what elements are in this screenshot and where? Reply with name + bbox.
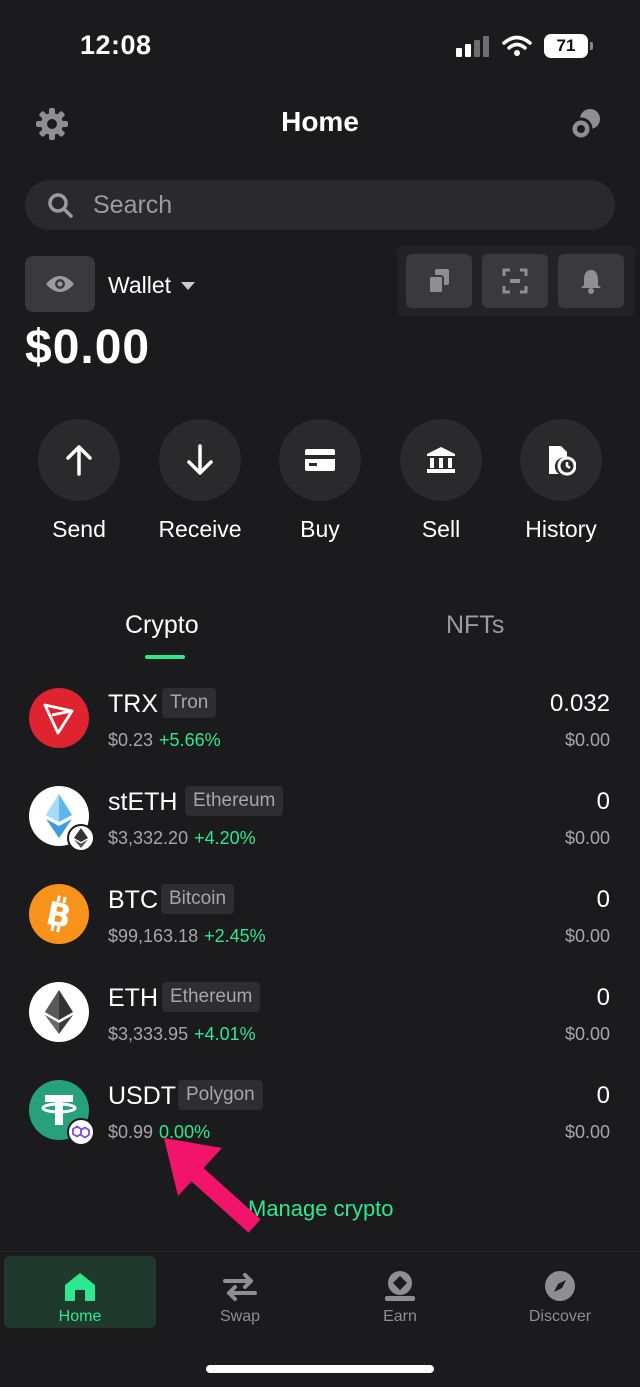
nav-label: Discover [528, 1308, 592, 1325]
asset-symbol: ETH [108, 984, 158, 1012]
sell-label: Sell [421, 516, 461, 542]
asset-value: $0.00 [564, 828, 610, 848]
nav-earn[interactable]: Earn [324, 1256, 476, 1328]
asset-row-usdt[interactable]: USDT Polygon $0.99 0.00% 0 $0.00 [0, 1080, 640, 1170]
asset-row-steth[interactable]: stETH Ethereum $3,332.20 +4.20% 0 $0.00 [0, 786, 640, 876]
card-icon [305, 449, 335, 471]
wifi-icon [502, 35, 532, 56]
network-badge: Ethereum [185, 786, 284, 816]
compass-icon [545, 1271, 575, 1301]
bank-icon [427, 447, 455, 473]
asset-row-eth[interactable]: ETH Ethereum $3,333.95 +4.01% 0 $0.00 [0, 982, 640, 1072]
history-label: History [525, 516, 597, 542]
wallet-name: Wallet [108, 272, 172, 298]
scan-icon [502, 268, 528, 294]
network-badge: Ethereum [162, 982, 261, 1012]
bitcoin-logo-icon: B [29, 884, 89, 944]
swap-icon [223, 1273, 257, 1301]
buy-button[interactable]: Buy [279, 419, 361, 542]
asset-price: $0.23 +5.66% [108, 730, 221, 750]
bell-icon [581, 270, 601, 294]
asset-symbol: USDT [108, 1082, 177, 1110]
network-badge: Tron [162, 688, 217, 718]
nav-home[interactable]: Home [4, 1256, 156, 1328]
price-change: +4.01% [194, 1024, 256, 1044]
active-tab-indicator [145, 655, 185, 659]
asset-price: $99,163.18 +2.45% [108, 926, 266, 946]
network-badge: Polygon [178, 1080, 263, 1110]
asset-amount: 0 [596, 984, 610, 1011]
coins-button[interactable] [568, 106, 604, 142]
wallet-selector[interactable]: Wallet [108, 272, 196, 299]
cellular-signal-icon [456, 36, 489, 57]
quick-tools [397, 246, 635, 316]
status-time: 12:08 [80, 30, 152, 60]
battery-indicator: 71 [544, 34, 593, 58]
status-icons: 71 [456, 34, 593, 58]
asset-row-btc[interactable]: B BTC Bitcoin $99,163.18 +2.45% 0 $0.00 [0, 884, 640, 974]
arrow-down-icon [187, 444, 213, 475]
history-button[interactable]: History [520, 419, 602, 542]
copy-address-button[interactable] [406, 254, 472, 308]
send-button[interactable]: Send [38, 419, 120, 542]
arrow-up-icon [66, 445, 92, 476]
receive-label: Receive [158, 516, 242, 542]
toggle-balance-visibility-button[interactable] [25, 256, 95, 312]
asset-symbol: BTC [108, 886, 158, 914]
sell-button[interactable]: Sell [400, 419, 482, 542]
asset-symbol: stETH [108, 788, 178, 816]
asset-value: $0.00 [564, 1024, 610, 1044]
wallet-balance: $0.00 [25, 321, 151, 374]
buy-label: Buy [300, 516, 340, 542]
receive-button[interactable]: Receive [158, 419, 242, 542]
price-change: +2.45% [204, 926, 266, 946]
nav-label: Home [58, 1308, 102, 1325]
ethereum-logo-icon [29, 982, 89, 1042]
asset-value: $0.00 [564, 730, 610, 750]
history-icon [549, 446, 576, 476]
notifications-button[interactable] [558, 254, 624, 308]
page-title: Home [281, 106, 359, 137]
polygon-network-icon [67, 1118, 95, 1146]
annotation-arrow-icon [164, 1138, 261, 1233]
asset-value: $0.00 [564, 1122, 610, 1142]
asset-amount: 0 [596, 1082, 610, 1109]
price-change: +4.20% [194, 828, 256, 848]
nav-discover[interactable]: Discover [484, 1256, 636, 1328]
earn-icon [385, 1271, 415, 1301]
price-change: +5.66% [159, 730, 221, 750]
nav-swap[interactable]: Swap [164, 1256, 316, 1328]
caret-down-icon [181, 281, 196, 290]
ethereum-network-icon [67, 824, 95, 852]
asset-amount: 0.032 [549, 690, 610, 717]
eye-icon [46, 276, 74, 292]
asset-value: $0.00 [564, 926, 610, 946]
search-icon [48, 193, 73, 218]
asset-price: $3,333.95 +4.01% [108, 1024, 256, 1044]
copy-icon [428, 269, 449, 294]
asset-symbol: TRX [108, 690, 158, 718]
search-bar[interactable] [25, 180, 615, 230]
asset-price: $3,332.20 +4.20% [108, 828, 256, 848]
tab-nfts[interactable]: NFTs [446, 611, 504, 640]
network-badge: Bitcoin [161, 884, 235, 914]
asset-amount: 0 [596, 788, 610, 815]
nav-label: Earn [383, 1308, 417, 1325]
nav-label: Swap [219, 1308, 261, 1325]
asset-row-trx[interactable]: TRX Tron $0.23 +5.66% 0.032 $0.00 [0, 688, 640, 778]
asset-amount: 0 [596, 886, 610, 913]
send-label: Send [52, 516, 106, 542]
scan-button[interactable] [482, 254, 548, 308]
coins-icon [569, 109, 600, 141]
search-input[interactable] [93, 190, 573, 220]
home-icon [65, 1273, 95, 1301]
tron-logo-icon [29, 688, 89, 748]
home-indicator [206, 1365, 434, 1373]
tab-crypto[interactable]: Crypto [125, 611, 199, 640]
